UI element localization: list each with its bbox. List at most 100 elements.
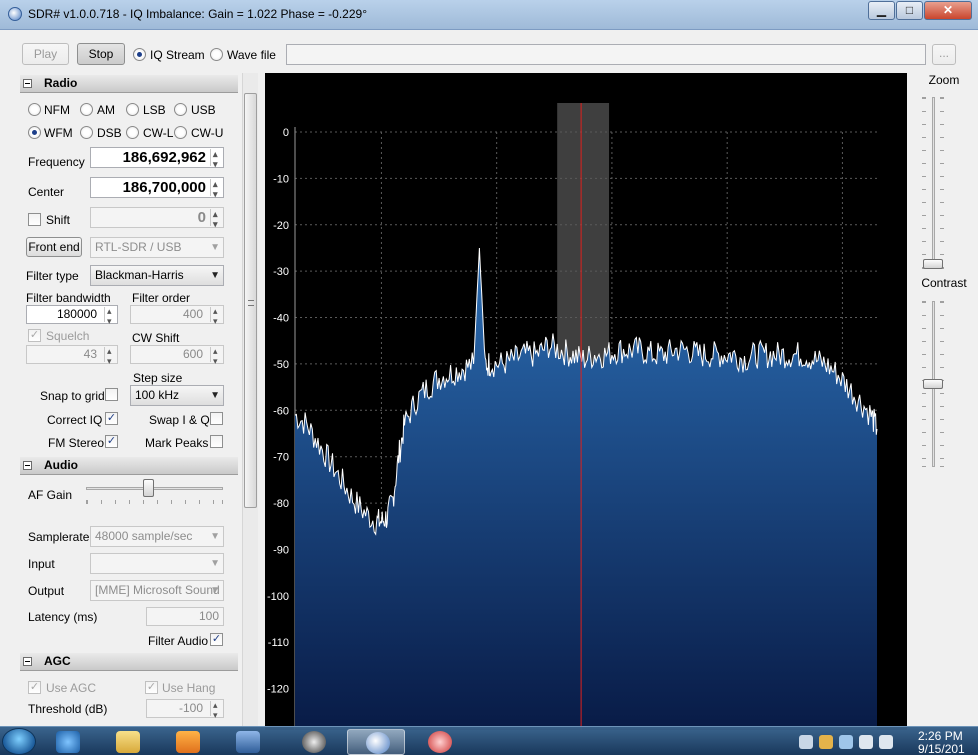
center-value: 186,700,000 [122, 179, 206, 196]
collapse-icon[interactable] [23, 461, 32, 470]
threshold-value: -100 [178, 701, 203, 715]
spectrum-display[interactable]: 0 -10 -20 -30 -40 -50 -60 -70 -80 -90 -100 -110 -120… [265, 73, 907, 730]
af-gain-thumb[interactable] [142, 479, 154, 497]
radio-section-header[interactable]: Radio [20, 75, 238, 93]
swap-iq-checkbox[interactable] [210, 412, 223, 425]
shift-spinner-icon[interactable] [210, 205, 222, 234]
network-icon[interactable] [859, 735, 873, 749]
filter-order-spinner-icon[interactable] [210, 303, 222, 330]
squelch-label: Squelch [46, 329, 90, 343]
iq-stream-radio[interactable] [133, 48, 146, 61]
samplerate-label: Samplerate [28, 530, 90, 544]
mode-label: NFM [44, 103, 70, 117]
file-path-input[interactable] [286, 44, 926, 65]
mode-radio-wfm[interactable] [28, 126, 41, 139]
squelch-spinner-icon[interactable] [104, 343, 116, 370]
snap-to-grid-checkbox[interactable] [105, 388, 118, 401]
y-tick-label: -70 [273, 452, 289, 464]
contrast-thumb[interactable] [923, 379, 943, 389]
start-button[interactable] [2, 728, 36, 755]
collapse-icon[interactable] [23, 79, 32, 88]
fm-stereo-label: FM Stereo [48, 436, 105, 450]
browse-button[interactable]: ... [932, 44, 956, 65]
latency-input[interactable]: 100 [146, 607, 224, 626]
mode-radio-lsb[interactable] [126, 103, 139, 116]
output-label: Output [28, 584, 65, 598]
frequency-input[interactable]: 186,692,962 [90, 145, 224, 174]
use-hang-label: Use Hang [162, 681, 216, 695]
taskbar-app[interactable] [218, 729, 276, 755]
af-gain-label: AF Gain [28, 488, 73, 502]
filter-type-select[interactable]: Blackman-Harris ▼ [90, 265, 224, 286]
taskbar-app[interactable] [410, 729, 468, 755]
clock[interactable]: 2:26 PM 9/15/201 [918, 730, 978, 755]
taskbar-app[interactable] [284, 729, 342, 755]
audio-section-header[interactable]: Audio [20, 457, 238, 475]
output-select[interactable]: [MME] Microsoft Sound ▼ [90, 580, 224, 601]
minimize-button[interactable]: ▁ [868, 1, 895, 20]
filter-audio-checkbox[interactable]: ✓ [210, 633, 223, 646]
collapse-icon[interactable] [23, 657, 32, 666]
center-label: Center [28, 185, 65, 199]
cw-shift-input[interactable]: 600 [130, 343, 224, 370]
use-agc-checkbox[interactable]: ✓ [28, 681, 41, 694]
tray-arrow-icon[interactable] [799, 735, 813, 749]
filter-order-value: 400 [182, 307, 203, 321]
input-select[interactable]: ▼ [90, 553, 224, 574]
section-title: Radio [44, 76, 78, 90]
fm-stereo-checkbox[interactable]: ✓ [105, 435, 118, 448]
mode-radio-nfm[interactable] [28, 103, 41, 116]
zoom-slider[interactable] [932, 97, 935, 269]
y-tick-label: -20 [273, 220, 289, 232]
tray-app-icon[interactable] [839, 735, 853, 749]
front-end-button[interactable]: Front end [26, 237, 82, 257]
threshold-input[interactable]: -100 [146, 697, 224, 724]
threshold-spinner-icon[interactable] [210, 697, 222, 724]
mode-radio-cwl[interactable] [126, 126, 139, 139]
scrollbar-thumb[interactable] [244, 93, 257, 508]
cw-shift-spinner-icon[interactable] [210, 343, 222, 370]
zoom-thumb[interactable] [923, 259, 943, 269]
close-button[interactable]: ✕ [924, 1, 972, 20]
mode-radio-dsb[interactable] [80, 126, 93, 139]
mode-radio-cwu[interactable] [174, 126, 187, 139]
app-icon [236, 731, 260, 753]
taskbar-media-player[interactable] [158, 729, 216, 755]
center-input[interactable]: 186,700,000 [90, 175, 224, 204]
filter-bandwidth-spinner-icon[interactable] [104, 303, 116, 330]
af-gain-slider[interactable] [86, 487, 223, 490]
taskbar-browser[interactable] [38, 729, 96, 755]
squelch-input[interactable]: 43 [26, 343, 118, 370]
play-button[interactable]: Play [22, 43, 69, 65]
y-tick-label: -10 [273, 173, 289, 185]
filter-type-label: Filter type [26, 269, 79, 283]
shift-checkbox[interactable] [28, 213, 41, 226]
tray-app-icon[interactable] [819, 735, 833, 749]
wave-file-label: Wave file [227, 48, 276, 62]
mode-radio-am[interactable] [80, 103, 93, 116]
correct-iq-checkbox[interactable]: ✓ [105, 412, 118, 425]
samplerate-select[interactable]: 48000 sample/sec ▼ [90, 526, 224, 547]
taskbar-explorer[interactable] [98, 729, 156, 755]
shift-input[interactable]: 0 [90, 205, 224, 234]
wave-file-radio[interactable] [210, 48, 223, 61]
mode-radio-usb[interactable] [174, 103, 187, 116]
mark-peaks-checkbox[interactable] [210, 435, 223, 448]
spectrum-chart[interactable]: 0 -10 -20 -30 -40 -50 -60 -70 -80 -90 -100 -110 -120… [265, 73, 907, 730]
center-spinner-icon[interactable] [210, 175, 222, 204]
frequency-label: Frequency [28, 155, 85, 169]
use-hang-checkbox[interactable]: ✓ [145, 681, 158, 694]
panel-scrollbar[interactable] [242, 73, 258, 726]
squelch-checkbox[interactable]: ✓ [28, 329, 41, 342]
volume-icon[interactable] [879, 735, 893, 749]
agc-section-header[interactable]: AGC [20, 653, 238, 671]
step-size-select[interactable]: 100 kHz ▼ [130, 385, 224, 406]
app-icon [8, 7, 22, 21]
frequency-spinner-icon[interactable] [210, 145, 222, 174]
filter-order-input[interactable]: 400 [130, 303, 224, 330]
filter-bandwidth-input[interactable]: 180000 [26, 303, 118, 330]
taskbar-sdrsharp[interactable] [347, 729, 405, 755]
maximize-button[interactable]: □ [896, 1, 923, 20]
front-end-select[interactable]: RTL-SDR / USB ▼ [90, 237, 224, 258]
stop-button[interactable]: Stop [77, 43, 125, 65]
